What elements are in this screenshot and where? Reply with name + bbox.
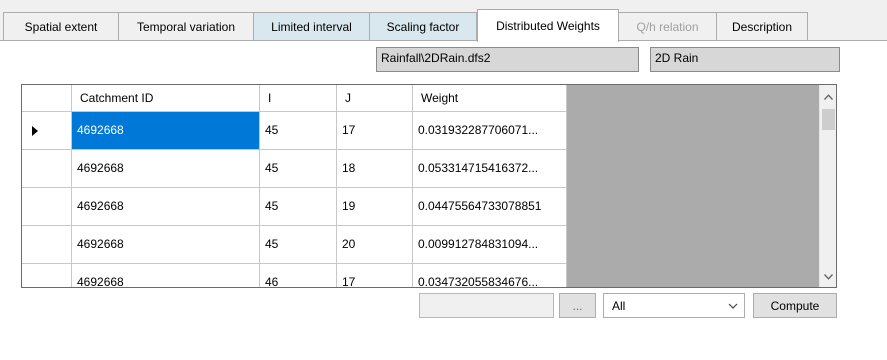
column-header-catchment-id[interactable]: Catchment ID [72, 85, 260, 111]
cell-catchment-id[interactable]: 4692668 [72, 150, 260, 188]
column-header-label: I [268, 91, 272, 105]
row-header[interactable] [22, 264, 72, 287]
column-header-weight[interactable]: Weight [413, 85, 567, 111]
filter-dropdown-value: All [612, 299, 626, 313]
filter-dropdown[interactable]: All [603, 293, 745, 318]
tab-label: Q/h relation [636, 19, 699, 34]
tab-limited-interval[interactable]: Limited interval [253, 12, 370, 40]
table-row[interactable]: 4692668 45 20 0.009912784831094... [22, 226, 567, 264]
column-header-label: J [345, 91, 351, 105]
column-header-i[interactable]: I [260, 85, 337, 111]
browse-button-label: ... [572, 299, 583, 313]
row-header-corner [22, 85, 72, 111]
row-header[interactable] [22, 226, 72, 264]
chevron-down-icon [824, 273, 833, 280]
column-header-j[interactable]: J [337, 85, 413, 111]
cell-i[interactable]: 45 [260, 112, 337, 150]
tab-strip: Spatial extent Temporal variation Limite… [0, 0, 887, 42]
column-header-label: Weight [421, 91, 459, 105]
chevron-up-icon [824, 93, 833, 100]
tab-description[interactable]: Description [716, 12, 808, 40]
tab-qh-relation: Q/h relation [618, 12, 717, 40]
tab-divider [0, 40, 887, 41]
compute-button-label: Compute [770, 298, 820, 313]
cell-weight[interactable]: 0.04475564733078851 [413, 188, 567, 226]
row-header[interactable] [22, 188, 72, 226]
cell-i[interactable]: 46 [260, 264, 337, 287]
source-item-value: 2D Rain [655, 51, 699, 65]
cell-catchment-id[interactable]: 4692668 [72, 226, 260, 264]
tab-label: Scaling factor [386, 19, 460, 34]
browse-button[interactable]: ... [559, 293, 596, 318]
table-row[interactable]: 4692668 45 18 0.053314715416372... [22, 150, 567, 188]
tab-scaling-factor[interactable]: Scaling factor [369, 12, 477, 40]
cell-i[interactable]: 45 [260, 150, 337, 188]
cell-weight[interactable]: 0.009912784831094... [413, 226, 567, 264]
source-file-field: Rainfall\2DRain.dfs2 [376, 47, 639, 72]
tab-label: Description [731, 19, 793, 34]
tab-spatial-extent[interactable]: Spatial extent [3, 12, 119, 40]
cell-j[interactable]: 20 [337, 226, 413, 264]
chevron-down-icon [728, 303, 738, 309]
table-row[interactable]: 4692668 45 19 0.04475564733078851 [22, 188, 567, 226]
weights-grid[interactable]: Catchment ID I J Weight 4692668 45 17 0.… [21, 84, 837, 288]
cell-i[interactable]: 45 [260, 226, 337, 264]
tab-distributed-weights[interactable]: Distributed Weights [477, 9, 619, 42]
path-input[interactable] [419, 293, 554, 318]
table-row[interactable]: 4692668 46 17 0.034732055834676... [22, 264, 567, 287]
cell-catchment-id[interactable]: 4692668 [72, 264, 260, 287]
cell-i[interactable]: 45 [260, 188, 337, 226]
source-file-value: Rainfall\2DRain.dfs2 [381, 51, 491, 65]
grid-header: Catchment ID I J Weight [22, 85, 567, 112]
row-header[interactable] [22, 112, 72, 150]
cell-j[interactable]: 17 [337, 112, 413, 150]
cell-weight[interactable]: 0.031932287706071... [413, 112, 567, 150]
row-header[interactable] [22, 150, 72, 188]
compute-button[interactable]: Compute [753, 293, 837, 318]
row-pointer-icon [32, 126, 38, 136]
cell-j[interactable]: 19 [337, 188, 413, 226]
scroll-up-button[interactable] [820, 88, 836, 105]
scroll-thumb[interactable] [822, 109, 835, 130]
tab-label: Distributed Weights [496, 19, 600, 33]
tab-label: Temporal variation [136, 19, 236, 34]
table-row[interactable]: 4692668 45 17 0.031932287706071... [22, 112, 567, 150]
tab-temporal-variation[interactable]: Temporal variation [118, 12, 254, 40]
cell-weight[interactable]: 0.053314715416372... [413, 150, 567, 188]
vertical-scrollbar[interactable] [819, 85, 836, 287]
column-header-label: Catchment ID [80, 91, 154, 105]
tab-label: Limited interval [271, 19, 352, 34]
scroll-down-button[interactable] [820, 268, 836, 285]
tab-label: Spatial extent [24, 19, 98, 34]
source-item-field: 2D Rain [650, 47, 840, 72]
cell-j[interactable]: 18 [337, 150, 413, 188]
cell-weight[interactable]: 0.034732055834676... [413, 264, 567, 287]
cell-catchment-id[interactable]: 4692668 [72, 112, 260, 150]
cell-catchment-id[interactable]: 4692668 [72, 188, 260, 226]
cell-j[interactable]: 17 [337, 264, 413, 287]
